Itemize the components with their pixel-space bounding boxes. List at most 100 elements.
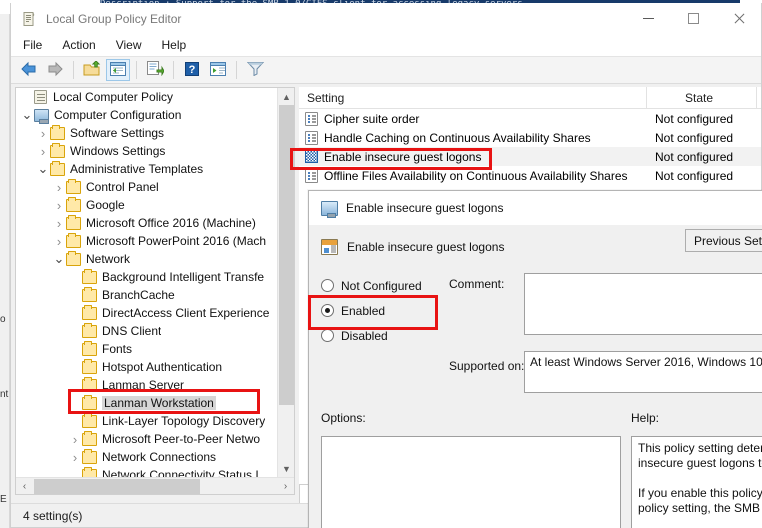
cell-state: Not configured xyxy=(647,131,757,145)
tree-item[interactable]: Hotspot Authentication xyxy=(16,358,277,376)
close-button[interactable] xyxy=(716,3,761,34)
chevron-right-icon[interactable] xyxy=(68,448,82,466)
status-text: 4 setting(s) xyxy=(23,509,82,523)
filter-button[interactable] xyxy=(243,59,267,81)
tree-item[interactable]: Lanman Server xyxy=(16,376,277,394)
help-panel[interactable]: This policy setting determi insecure gue… xyxy=(631,436,762,528)
tree-item-label: Network Connections xyxy=(102,450,216,464)
toolbar-separator-1 xyxy=(73,61,74,79)
chevron-right-icon[interactable] xyxy=(36,124,50,142)
column-header-state[interactable]: State xyxy=(647,87,757,109)
chevron-down-icon[interactable] xyxy=(36,160,50,178)
tree-item[interactable]: Microsoft Office 2016 (Machine) xyxy=(16,214,277,232)
tree-item[interactable]: DNS Client xyxy=(16,322,277,340)
radio-disabled[interactable]: Disabled xyxy=(321,323,441,348)
table-row[interactable]: Offline Files Availability on Continuous… xyxy=(299,166,761,185)
folder-icon xyxy=(50,145,65,158)
chevron-right-icon[interactable] xyxy=(36,142,50,160)
tree-item[interactable]: Software Settings xyxy=(16,124,277,142)
tree-item[interactable]: Background Intelligent Transfe xyxy=(16,268,277,286)
minimize-button[interactable] xyxy=(626,3,671,34)
radio-disabled-label: Disabled xyxy=(341,329,388,343)
chevron-right-icon[interactable] xyxy=(52,214,66,232)
chevron-right-icon[interactable] xyxy=(52,178,66,196)
policy-icon xyxy=(305,112,318,126)
tree-item[interactable]: Network xyxy=(16,250,277,268)
console-tree-pane[interactable]: Local Computer PolicyComputer Configurat… xyxy=(15,87,295,495)
tree-scroll-down-button[interactable]: ▼ xyxy=(278,460,295,477)
tree-item-label: DirectAccess Client Experience xyxy=(102,306,269,320)
tree-item-label: Network Connectivity Status I xyxy=(102,468,259,477)
menu-item-help[interactable]: Help xyxy=(162,38,187,52)
export-list-button[interactable] xyxy=(143,59,167,81)
policy-selected-icon xyxy=(305,150,318,163)
tree-item[interactable]: Computer Configuration xyxy=(16,106,277,124)
folder-icon xyxy=(50,163,65,176)
tree-item[interactable]: Microsoft PowerPoint 2016 (Mach xyxy=(16,232,277,250)
radio-disabled-indicator xyxy=(321,329,334,342)
tree-scroll-right-button[interactable]: › xyxy=(277,478,294,495)
show-hide-tree-button[interactable] xyxy=(106,59,130,81)
radio-not-configured[interactable]: Not Configured xyxy=(321,273,441,298)
tree-vertical-scrollbar[interactable]: ▲ ▼ xyxy=(277,88,294,477)
chevron-right-icon[interactable] xyxy=(52,196,66,214)
tree-scroll-left-button[interactable]: ‹ xyxy=(16,478,33,495)
tree-item[interactable]: Local Computer Policy xyxy=(16,88,277,106)
tree-item[interactable]: DirectAccess Client Experience xyxy=(16,304,277,322)
chevron-none-spacer xyxy=(68,268,82,286)
tree-item-label: Microsoft Peer-to-Peer Netwo xyxy=(102,432,260,446)
table-row[interactable]: Cipher suite orderNot configured xyxy=(299,109,761,128)
tree-item[interactable]: Link-Layer Topology Discovery xyxy=(16,412,277,430)
tree-item[interactable]: Google xyxy=(16,196,277,214)
tree-item[interactable]: Network Connections xyxy=(16,448,277,466)
folder-icon xyxy=(82,325,97,338)
folder-icon xyxy=(82,415,97,428)
tree-scroll-up-button[interactable]: ▲ xyxy=(278,88,295,105)
menu-item-view[interactable]: View xyxy=(116,38,142,52)
show-details-button[interactable] xyxy=(206,59,230,81)
supported-on-label: Supported on: xyxy=(449,359,524,373)
tree-item[interactable]: Microsoft Peer-to-Peer Netwo xyxy=(16,430,277,448)
tree-item[interactable]: Fonts xyxy=(16,340,277,358)
column-header-setting[interactable]: Setting xyxy=(299,87,647,109)
options-content xyxy=(322,437,620,445)
chevron-none-spacer xyxy=(68,304,82,322)
menu-item-file[interactable]: File xyxy=(23,38,42,52)
maximize-button[interactable] xyxy=(671,3,716,34)
table-row[interactable]: Enable insecure guest logonsNot configur… xyxy=(299,147,761,166)
folder-icon xyxy=(50,127,65,140)
comment-label: Comment: xyxy=(449,277,504,291)
left-window-sliver: o nt E xyxy=(0,14,10,528)
chevron-down-icon[interactable] xyxy=(20,106,34,124)
chevron-none-spacer xyxy=(68,394,82,412)
radio-enabled[interactable]: Enabled xyxy=(321,298,441,323)
menu-item-action[interactable]: Action xyxy=(62,38,95,52)
tree-horizontal-scrollbar[interactable]: ‹ › xyxy=(16,477,294,494)
tree-item[interactable]: Windows Settings xyxy=(16,142,277,160)
tree-item[interactable]: Network Connectivity Status I xyxy=(16,466,277,477)
back-button[interactable] xyxy=(17,59,41,81)
help-button[interactable]: ? xyxy=(180,59,204,81)
tree-item[interactable]: Lanman Workstation xyxy=(16,394,277,412)
tree-item[interactable]: Administrative Templates xyxy=(16,160,277,178)
chevron-down-icon[interactable] xyxy=(52,250,66,268)
cell-setting: Enable insecure guest logons xyxy=(299,150,647,164)
setting-name: Enable insecure guest logons xyxy=(324,150,481,164)
comment-field[interactable] xyxy=(524,273,762,335)
tree-hscroll-thumb[interactable] xyxy=(34,479,200,494)
folder-icon xyxy=(66,235,81,248)
tree-item[interactable]: Control Panel xyxy=(16,178,277,196)
folder-icon xyxy=(82,379,97,392)
chevron-none-spacer xyxy=(68,412,82,430)
table-row[interactable]: Handle Caching on Continuous Availabilit… xyxy=(299,128,761,147)
tree-scroll-thumb[interactable] xyxy=(279,105,294,405)
forward-button[interactable] xyxy=(43,59,67,81)
chevron-right-icon[interactable] xyxy=(68,430,82,448)
folder-icon xyxy=(66,199,81,212)
tree-item[interactable]: BranchCache xyxy=(16,286,277,304)
options-panel[interactable] xyxy=(321,436,621,528)
cell-setting: Offline Files Availability on Continuous… xyxy=(299,169,647,183)
previous-setting-button[interactable]: Previous Setti xyxy=(685,229,762,252)
up-folder-button[interactable] xyxy=(80,59,104,81)
chevron-right-icon[interactable] xyxy=(52,232,66,250)
